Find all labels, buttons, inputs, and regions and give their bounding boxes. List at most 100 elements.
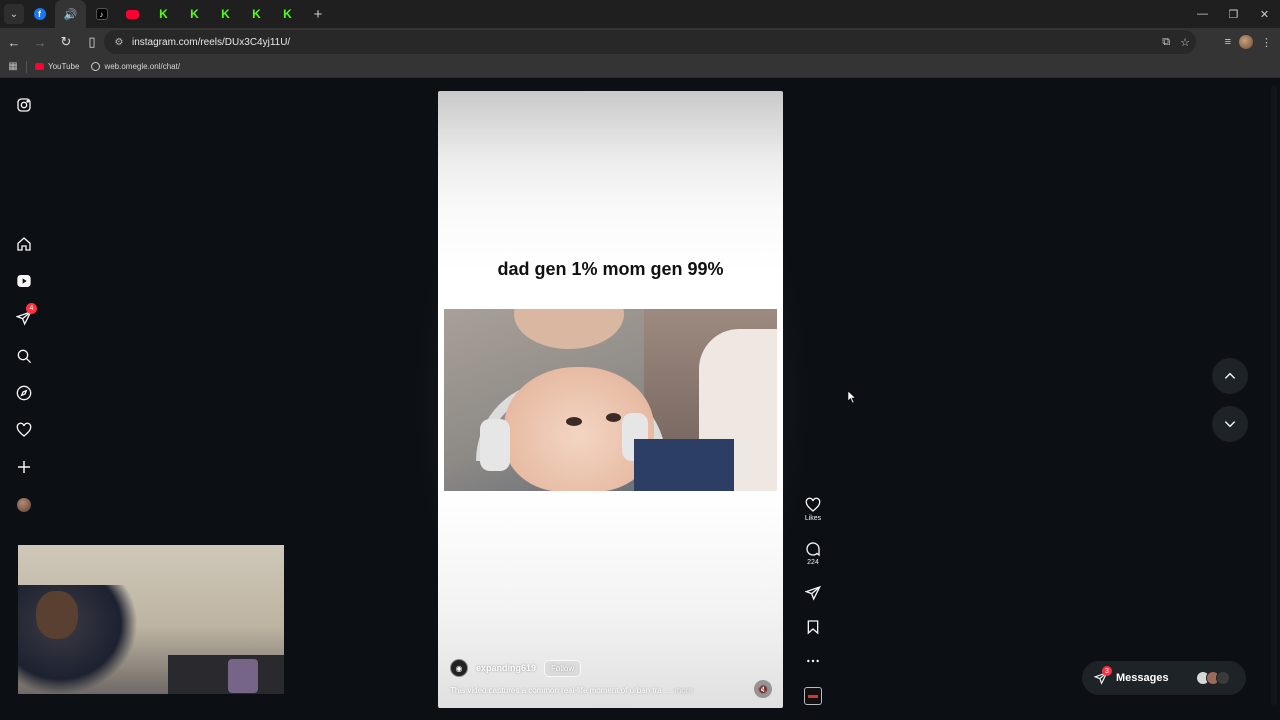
tab-tiktok[interactable]: ♪ <box>86 0 117 28</box>
reel-overlay-text: dad gen 1% mom gen 99% <box>497 259 724 279</box>
comment-button[interactable]: 224 <box>797 541 829 566</box>
reel-video-player[interactable]: dad gen 1% mom gen 99% ◉ expanding619 Fo… <box>438 91 783 708</box>
tab-youtube[interactable] <box>117 0 148 28</box>
tiktok-icon: ♪ <box>95 8 108 20</box>
restore-button[interactable]: ❐ <box>1218 0 1249 28</box>
kick-icon: K <box>283 7 292 21</box>
video-jacket <box>634 439 734 491</box>
bookmarks-divider <box>26 60 27 73</box>
audio-thumbnail-icon <box>804 687 822 705</box>
kick-icon: K <box>159 7 168 21</box>
video-baby-eye <box>606 413 621 422</box>
browser-toolbar: ← → ↻ ▯ ⚙ instagram.com/reels/DUx3C4yj11… <box>0 28 1280 56</box>
comment-icon <box>806 542 820 557</box>
like-button[interactable]: Likes <box>797 497 829 522</box>
back-button[interactable]: ← <box>2 30 26 54</box>
new-tab-button[interactable]: + <box>307 6 329 23</box>
avatar <box>17 498 31 512</box>
webcam-head <box>36 591 78 639</box>
tab-instagram-active[interactable]: 🔊 <box>55 0 86 28</box>
profile-avatar[interactable] <box>1239 35 1253 49</box>
messages-avatars <box>1196 671 1230 685</box>
bookmark-star-icon[interactable]: ☆ <box>1180 36 1190 49</box>
follow-button[interactable]: Follow <box>544 659 582 677</box>
notifications-badge: 4 <box>26 303 37 314</box>
bookmark-label: web.omegle.onl/chat/ <box>104 62 181 71</box>
browser-tabstrip: ⌄ f 🔊 ♪ K K K K K + — ❐ ✕ <box>0 0 1280 28</box>
explore-compass-icon[interactable] <box>14 383 34 403</box>
close-window-button[interactable]: ✕ <box>1249 0 1280 28</box>
kick-icon: K <box>252 7 261 21</box>
tab-kick-2[interactable]: K <box>179 0 210 28</box>
tab-kick-1[interactable]: K <box>148 0 179 28</box>
more-options-button[interactable] <box>797 653 829 669</box>
avatar <box>1216 671 1230 685</box>
webcam-glass <box>228 659 258 693</box>
reels-icon[interactable] <box>14 271 34 291</box>
media-controls-icon[interactable]: ≡ <box>1225 36 1231 48</box>
profile-avatar-icon[interactable] <box>14 495 34 515</box>
speaker-icon: 🔊 <box>63 8 78 21</box>
kick-icon: K <box>221 7 230 21</box>
original-audio-button[interactable] <box>797 687 829 705</box>
tab-facebook[interactable]: f <box>24 0 55 28</box>
share-icon <box>805 585 821 601</box>
mute-button[interactable]: 🔇 <box>754 680 772 698</box>
reel-video-frame <box>444 309 777 491</box>
likes-label: Likes <box>804 515 822 522</box>
next-reel-button[interactable] <box>1212 406 1248 442</box>
tab-kick-5[interactable]: K <box>272 0 303 28</box>
reel-author: ◉ expanding619 Follow <box>450 659 780 677</box>
webcam-overlay <box>18 545 284 694</box>
minimize-button[interactable]: — <box>1187 0 1218 28</box>
url-text: instagram.com/reels/DUx3C4yj11U/ <box>132 36 291 48</box>
more-link[interactable]: more <box>675 686 693 695</box>
messages-icon: 3 <box>1093 666 1112 685</box>
side-panel-button[interactable]: ▯ <box>80 30 104 54</box>
direct-messages-icon[interactable]: 4 <box>14 303 37 328</box>
heart-notifications-icon[interactable] <box>14 420 34 440</box>
page-scrollbar[interactable] <box>1268 79 1280 720</box>
facebook-icon: f <box>33 8 46 20</box>
bookmark-omegle[interactable]: web.omegle.onl/chat/ <box>91 62 180 71</box>
apps-grid-icon[interactable]: ▦ <box>0 61 26 72</box>
messages-button[interactable]: 3 Messages <box>1082 661 1246 695</box>
mouse-cursor-icon <box>848 391 856 403</box>
tab-kick-3[interactable]: K <box>210 0 241 28</box>
author-avatar[interactable]: ◉ <box>450 659 468 677</box>
scrollbar-thumb[interactable] <box>1271 85 1277 705</box>
browser-menu-icon[interactable]: ⋮ <box>1261 36 1272 49</box>
search-icon[interactable] <box>14 346 34 366</box>
video-earcup-left <box>480 419 510 471</box>
previous-reel-button[interactable] <box>1212 358 1248 394</box>
bookmark-label: YouTube <box>48 62 80 71</box>
install-app-icon[interactable]: ⧉ <box>1162 36 1170 49</box>
bookmarks-bar: ▦ YouTube web.omegle.onl/chat/ <box>0 56 1280 78</box>
save-button[interactable] <box>797 619 829 635</box>
tab-kick-4[interactable]: K <box>241 0 272 28</box>
instagram-page: 4 dad gen 1% mom gen 99% ◉ expanding619 … <box>0 79 1280 720</box>
webcam-person <box>18 585 138 694</box>
reload-button[interactable]: ↻ <box>54 30 78 54</box>
messages-label: Messages <box>1116 672 1169 684</box>
home-icon[interactable] <box>14 234 34 254</box>
comments-count: 224 <box>807 559 819 566</box>
messages-badge: 3 <box>1102 666 1112 676</box>
reel-footer: ◉ expanding619 Follow This video capture… <box>450 659 780 695</box>
globe-icon <box>91 62 101 71</box>
video-baby-eye <box>566 417 582 426</box>
chevron-up-icon <box>1224 372 1236 379</box>
youtube-icon <box>35 63 44 70</box>
site-info-icon[interactable]: ⚙ <box>108 37 130 48</box>
forward-button[interactable]: → <box>28 30 52 54</box>
ellipsis-icon <box>807 659 819 663</box>
heart-icon <box>805 497 821 512</box>
bookmark-youtube[interactable]: YouTube <box>35 62 79 71</box>
instagram-logo-icon[interactable] <box>14 95 34 115</box>
author-username[interactable]: expanding619 <box>476 663 536 673</box>
reel-description: This video captures a common real-life m… <box>450 686 780 695</box>
create-plus-icon[interactable] <box>14 457 34 477</box>
tab-search-button[interactable]: ⌄ <box>4 4 24 24</box>
share-button[interactable] <box>797 585 829 601</box>
address-bar[interactable]: ⚙ instagram.com/reels/DUx3C4yj11U/ ⧉ ☆ <box>104 30 1196 54</box>
